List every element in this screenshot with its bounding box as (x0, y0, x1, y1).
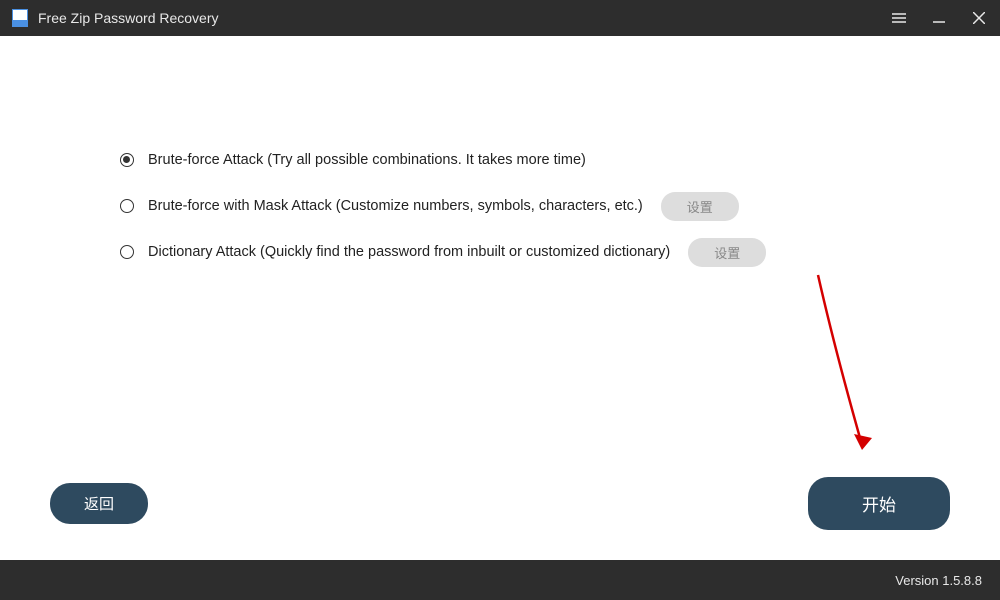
titlebar-left: Free Zip Password Recovery (12, 9, 890, 27)
settings-dictionary-button[interactable]: 设置 (688, 238, 766, 267)
bottom-buttons: 返回 开始 (0, 477, 1000, 530)
label-mask: Brute-force with Mask Attack (Customize … (148, 198, 643, 214)
label-brute-force: Brute-force Attack (Try all possible com… (148, 152, 586, 168)
radio-brute-force[interactable] (120, 153, 134, 167)
label-dictionary: Dictionary Attack (Quickly find the pass… (148, 244, 670, 260)
option-dictionary[interactable]: Dictionary Attack (Quickly find the pass… (120, 238, 880, 266)
app-icon (12, 9, 28, 27)
close-icon[interactable] (970, 9, 988, 27)
minimize-icon[interactable] (930, 9, 948, 27)
version-label: Version 1.5.8.8 (895, 573, 982, 588)
back-button[interactable]: 返回 (50, 483, 148, 524)
menu-icon[interactable] (890, 9, 908, 27)
option-mask[interactable]: Brute-force with Mask Attack (Customize … (120, 192, 880, 220)
settings-mask-button[interactable]: 设置 (661, 192, 739, 221)
footer: Version 1.5.8.8 (0, 560, 1000, 600)
radio-mask[interactable] (120, 199, 134, 213)
radio-dictionary[interactable] (120, 245, 134, 259)
app-title: Free Zip Password Recovery (38, 10, 219, 26)
option-brute-force[interactable]: Brute-force Attack (Try all possible com… (120, 146, 880, 174)
titlebar: Free Zip Password Recovery (0, 0, 1000, 36)
titlebar-controls (890, 9, 988, 27)
start-button[interactable]: 开始 (808, 477, 950, 530)
annotation-arrow (780, 270, 900, 475)
content-area: Brute-force Attack (Try all possible com… (0, 36, 1000, 266)
